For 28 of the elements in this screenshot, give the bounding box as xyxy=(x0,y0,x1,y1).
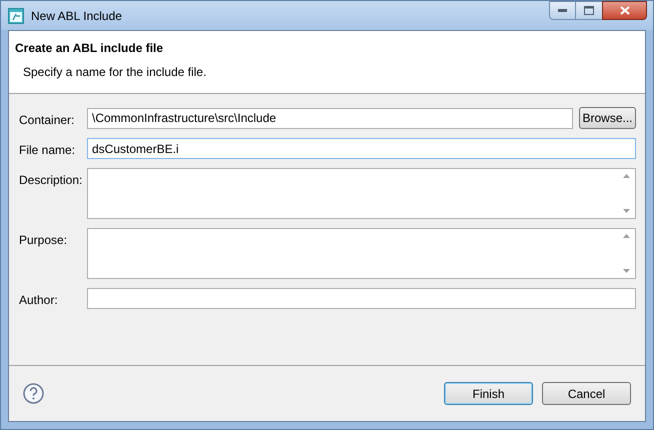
maximize-icon xyxy=(584,6,594,15)
text-area[interactable] xyxy=(87,168,636,219)
text-area[interactable] xyxy=(87,228,636,279)
scroll-down-icon[interactable] xyxy=(623,269,630,273)
page-title: Create an ABL include file xyxy=(15,40,164,57)
field-label: Container: xyxy=(19,112,76,128)
field-label: Description: xyxy=(19,172,84,189)
close-icon xyxy=(620,6,630,15)
text-field[interactable]: \CommonInfrastructure\src\Include xyxy=(87,108,573,128)
field-label: Author: xyxy=(19,292,59,309)
scroll-up-icon[interactable] xyxy=(623,234,630,238)
minimize-icon xyxy=(558,9,567,12)
browse-button[interactable]: Browse... xyxy=(579,107,636,129)
scroll-down-icon[interactable] xyxy=(623,209,630,213)
text-field[interactable]: dsCustomerBE.i xyxy=(87,138,636,159)
text-field[interactable] xyxy=(87,288,636,309)
scroll-up-icon[interactable] xyxy=(623,174,630,178)
field-label: File name: xyxy=(19,142,76,159)
page-message: Specify a name for the include file. xyxy=(23,64,208,81)
dialog-button[interactable]: Finish xyxy=(444,382,533,405)
window-title: New ABL Include xyxy=(31,8,122,24)
dialog-button[interactable]: Cancel xyxy=(542,382,631,405)
field-label: Purpose: xyxy=(19,232,68,249)
help-icon[interactable] xyxy=(23,383,44,404)
minimize-button[interactable] xyxy=(549,1,576,20)
app-icon xyxy=(8,8,24,24)
maximize-button[interactable] xyxy=(576,1,602,20)
close-button[interactable] xyxy=(602,1,647,20)
